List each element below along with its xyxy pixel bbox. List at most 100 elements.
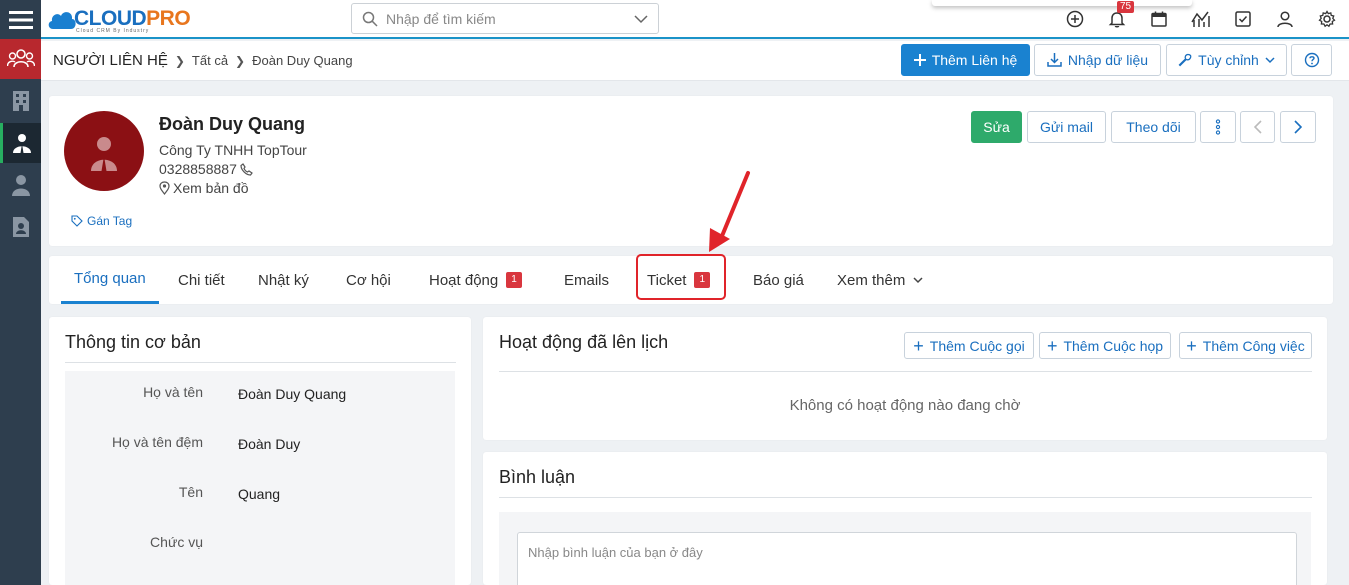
- send-mail-button[interactable]: Gửi mail: [1027, 111, 1106, 143]
- chevron-down-icon: [913, 276, 923, 283]
- contact-phone[interactable]: 0328858887: [159, 161, 253, 177]
- contact-company[interactable]: Công Ty TNHH TopTour: [159, 142, 307, 158]
- field-value-first-middle-name[interactable]: Đoàn Duy: [238, 436, 300, 452]
- tab-label: Xem thêm: [837, 271, 906, 289]
- contact-name: Đoàn Duy Quang: [159, 114, 306, 134]
- contacts-group-icon[interactable]: [0, 39, 41, 79]
- panel-title: Bình luận: [499, 467, 576, 487]
- chevron-down-icon: [634, 14, 648, 23]
- breadcrumb-all[interactable]: Tất cả: [192, 53, 228, 68]
- user-icon[interactable]: [1274, 8, 1296, 30]
- breadcrumb-module[interactable]: NGƯỜI LIÊN HỆ: [53, 52, 168, 69]
- customize-button[interactable]: Tùy chỉnh: [1166, 44, 1287, 76]
- tab-log[interactable]: Nhật ký: [258, 256, 309, 304]
- tab-overview[interactable]: Tổng quan: [61, 256, 159, 304]
- tab-more[interactable]: Xem thêm: [837, 256, 923, 304]
- tab-label: Emails: [564, 271, 610, 289]
- add-call-button[interactable]: + Thêm Cuộc gọi: [904, 332, 1034, 359]
- previous-record-button[interactable]: [1240, 111, 1275, 143]
- basic-info-panel: Thông tin cơ bản Họ và tên Đoàn Duy Quan…: [49, 317, 471, 585]
- comment-area: Nhập bình luận của bạn ở đây: [499, 512, 1311, 585]
- breadcrumb-current: Đoàn Duy Quang: [252, 53, 353, 68]
- panel-title: Thông tin cơ bản: [65, 332, 201, 352]
- assign-tag-link[interactable]: Gán Tag: [71, 214, 132, 228]
- chevron-left-icon: [1253, 120, 1262, 134]
- tab-label: Chi tiết: [178, 271, 225, 289]
- gear-icon[interactable]: [1316, 8, 1338, 30]
- scheduled-activities-panel: Hoạt động đã lên lịch + Thêm Cuộc gọi + Th…: [483, 317, 1327, 440]
- search-placeholder: Nhập để tìm kiếm: [386, 10, 496, 27]
- view-map-link[interactable]: Xem bản đồ: [159, 180, 249, 196]
- calendar-icon[interactable]: [1148, 8, 1170, 30]
- annotation-highlight-box: [636, 254, 726, 300]
- building-icon[interactable]: [0, 81, 41, 121]
- tab-label: Báo giá: [753, 271, 804, 289]
- phone-icon: [240, 162, 253, 176]
- search-input[interactable]: Nhập để tìm kiếm: [351, 3, 659, 34]
- plus-icon: [913, 54, 926, 66]
- plus-circle-icon[interactable]: [1064, 8, 1086, 30]
- person-silhouette-icon: [91, 137, 117, 171]
- tab-opportunities[interactable]: Cơ hội: [346, 256, 391, 304]
- field-label-position: Chức vụ: [150, 534, 203, 550]
- annotation-arrow-icon: [709, 171, 750, 252]
- phone-number: 0328858887: [159, 161, 237, 177]
- document-person-icon[interactable]: [0, 207, 41, 247]
- divider: [499, 497, 1312, 498]
- more-options-button[interactable]: [1200, 111, 1236, 143]
- tab-emails[interactable]: Emails: [564, 256, 609, 304]
- follow-button[interactable]: Theo dõi: [1111, 111, 1196, 143]
- field-label-first-middle-name: Họ và tên đệm: [111, 434, 203, 450]
- chevron-down-icon: [1265, 56, 1275, 63]
- plus-icon: +: [1046, 335, 1058, 356]
- menu-icon[interactable]: [0, 0, 41, 39]
- plus-icon: +: [913, 335, 924, 356]
- tab-label: Cơ hội: [346, 271, 391, 289]
- divider: [65, 362, 456, 363]
- panel-title: Hoạt động đã lên lịch: [499, 332, 669, 352]
- logo[interactable]: CLOUDPRO Cloud CRM By Industry: [46, 4, 191, 34]
- add-meeting-button[interactable]: + Thêm Cuộc họp: [1039, 332, 1171, 359]
- add-task-button[interactable]: + Thêm Công việc: [1179, 332, 1312, 359]
- avatar[interactable]: [64, 111, 144, 191]
- info-list: Họ và tên Đoàn Duy Quang Họ và tên đệm Đ…: [65, 371, 455, 585]
- map-pin-icon: [159, 181, 170, 195]
- customize-label: Tùy chỉnh: [1198, 52, 1259, 68]
- chevron-right-icon: ❯: [174, 53, 185, 68]
- field-value-full-name[interactable]: Đoàn Duy Quang: [238, 386, 346, 402]
- field-value-last-name[interactable]: Quang: [238, 486, 280, 502]
- dropdown-edge: [932, 0, 1192, 6]
- view-map-label: Xem bản đồ: [173, 180, 249, 196]
- assign-tag-label: Gán Tag: [87, 214, 133, 228]
- edit-button[interactable]: Sửa: [971, 111, 1022, 143]
- add-call-label: Thêm Cuộc gọi: [929, 337, 1025, 354]
- add-contact-label: Thêm Liên hệ: [931, 52, 1018, 68]
- next-record-button[interactable]: [1280, 111, 1316, 143]
- breadcrumb: NGƯỜI LIÊN HỆ ❯ Tất cả ❯ Đoàn Duy Quang: [53, 52, 353, 69]
- field-label-last-name: Tên: [178, 484, 203, 500]
- chart-icon[interactable]: [1190, 8, 1212, 30]
- help-button[interactable]: [1291, 44, 1332, 76]
- wrench-icon: [1178, 53, 1192, 67]
- notification-badge: 75: [1117, 1, 1135, 13]
- download-icon: [1047, 53, 1062, 67]
- tab-activities[interactable]: Hoạt động 1: [429, 256, 522, 304]
- add-contact-button[interactable]: Thêm Liên hệ: [901, 44, 1030, 76]
- import-data-label: Nhập dữ liệu: [1067, 52, 1149, 68]
- person-icon[interactable]: [0, 165, 41, 205]
- tab-count-badge: 1: [506, 272, 522, 288]
- tab-label: Nhật ký: [258, 271, 309, 289]
- tab-quotes[interactable]: Báo giá: [753, 256, 804, 304]
- add-meeting-label: Thêm Cuộc họp: [1063, 337, 1164, 354]
- tab-details[interactable]: Chi tiết: [178, 256, 225, 304]
- import-data-button[interactable]: Nhập dữ liệu: [1034, 44, 1161, 76]
- field-label-full-name: Họ và tên: [143, 384, 203, 400]
- logo-tagline: Cloud CRM By Industry: [76, 28, 150, 34]
- search-icon: [362, 11, 378, 27]
- chevron-right-icon: [1294, 120, 1302, 134]
- comment-input[interactable]: Nhập bình luận của bạn ở đây: [517, 532, 1297, 585]
- top-bar: CLOUDPRO Cloud CRM By Industry Nhập để t…: [0, 0, 1349, 39]
- tab-label: Hoạt động: [429, 271, 499, 289]
- contact-person-icon[interactable]: [0, 123, 41, 163]
- checkbox-icon[interactable]: [1232, 8, 1254, 30]
